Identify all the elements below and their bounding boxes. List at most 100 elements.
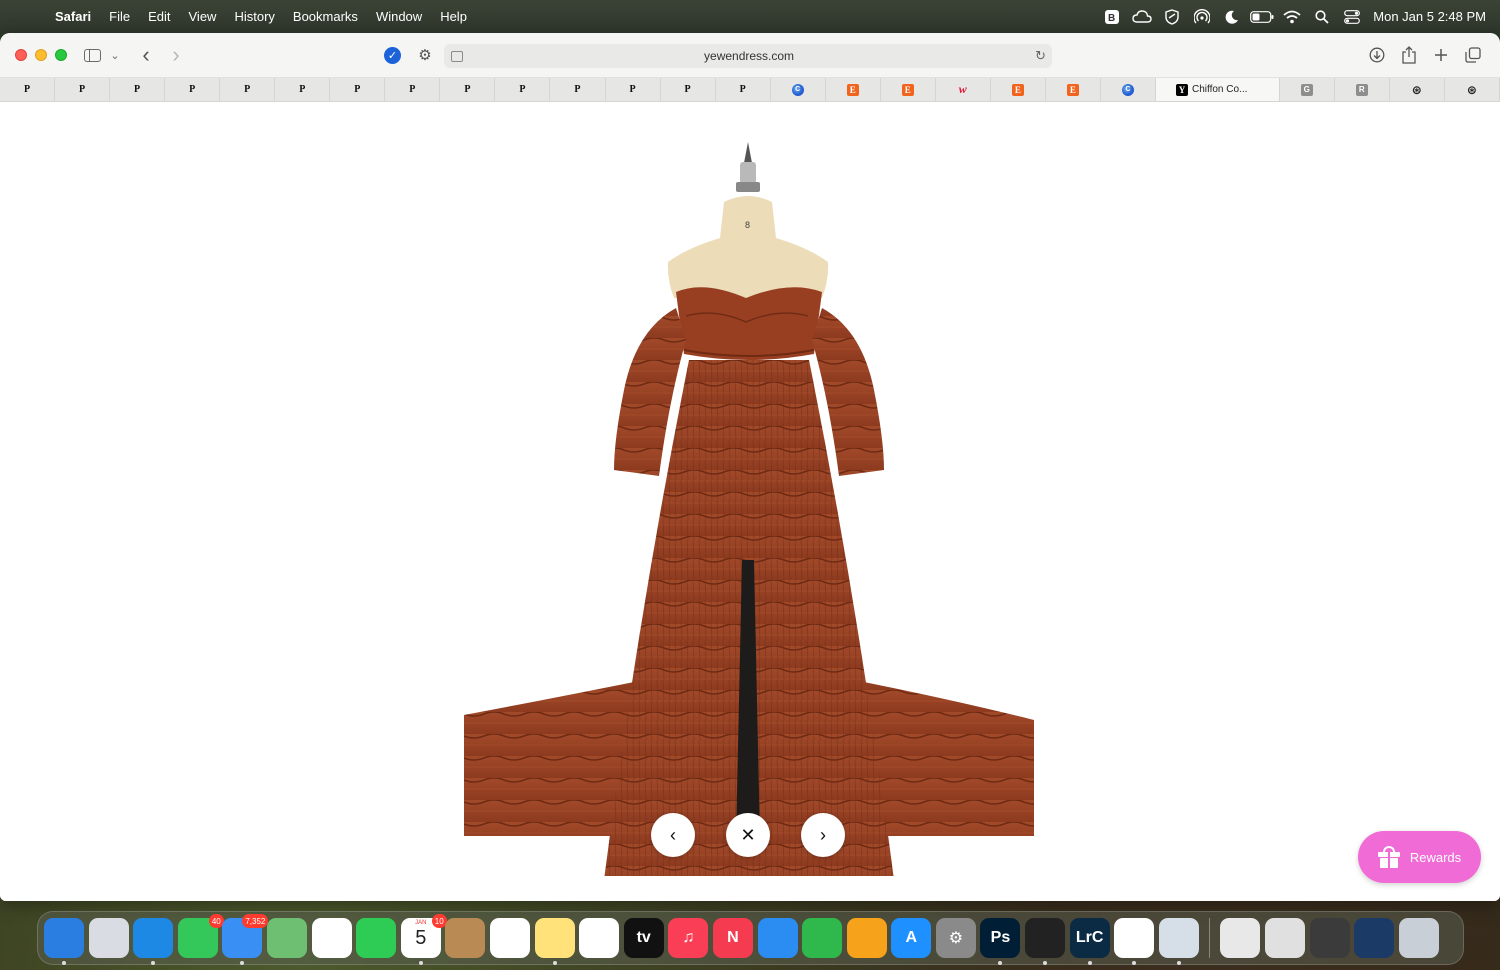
dock-lightroom-classic[interactable]: LrC: [1069, 918, 1110, 965]
menu-file[interactable]: File: [100, 9, 139, 24]
dock-maps[interactable]: [266, 918, 307, 958]
dock-reminders[interactable]: [489, 918, 530, 958]
tab[interactable]: E: [881, 78, 936, 101]
tab[interactable]: C: [1101, 78, 1156, 101]
reload-icon[interactable]: ↻: [1035, 48, 1046, 64]
dock-mail[interactable]: 7,352: [222, 914, 269, 965]
tab[interactable]: P: [661, 78, 716, 101]
dock-sidekick[interactable]: [1025, 918, 1066, 965]
dock-preview[interactable]: [1158, 918, 1199, 965]
wifi-icon[interactable]: [1277, 8, 1307, 26]
tab[interactable]: R: [1335, 78, 1390, 101]
dock-photoshop-doc-1[interactable]: [1309, 918, 1350, 958]
dock-screenshot-doc-1[interactable]: [1220, 918, 1261, 958]
dock-contacts[interactable]: [445, 918, 486, 958]
minimize-window-button[interactable]: [35, 49, 47, 61]
bbedit-icon[interactable]: B: [1097, 8, 1127, 26]
close-viewer-button[interactable]: ✕: [726, 813, 770, 857]
dock-apple-tv[interactable]: tv: [623, 918, 664, 958]
tab[interactable]: E: [991, 78, 1046, 101]
dock-trash[interactable]: [1398, 918, 1439, 958]
dock-photoshop-doc-2[interactable]: [1354, 918, 1395, 958]
address-bar-url[interactable]: yewendress.com: [463, 49, 1035, 63]
dock-system-settings[interactable]: ⚙: [935, 918, 976, 958]
address-bar[interactable]: yewendress.com ↻: [444, 44, 1052, 68]
tab-group-chevron-icon[interactable]: ⌄: [108, 43, 122, 67]
dock-app-store[interactable]: A: [891, 918, 932, 958]
dock-launchpad[interactable]: [88, 918, 129, 958]
system-settings-icon: ⚙: [935, 918, 976, 958]
next-image-button[interactable]: ›: [801, 813, 845, 857]
dock-pages[interactable]: [846, 918, 887, 958]
dock-notes[interactable]: [534, 918, 575, 965]
dock-messages[interactable]: 40: [177, 914, 224, 958]
zoom-window-button[interactable]: [55, 49, 67, 61]
tab[interactable]: G: [1280, 78, 1335, 101]
tab[interactable]: P: [220, 78, 276, 101]
tab[interactable]: P: [606, 78, 661, 101]
tab[interactable]: ⊛: [1390, 78, 1445, 101]
menu-help[interactable]: Help: [431, 9, 476, 24]
dock-photos[interactable]: [311, 918, 352, 958]
tab[interactable]: E: [1046, 78, 1101, 101]
downloads-icon[interactable]: [1368, 43, 1386, 67]
vpn-shield-icon[interactable]: [1157, 8, 1187, 26]
menu-view[interactable]: View: [180, 9, 226, 24]
back-button[interactable]: ‹: [136, 42, 156, 67]
tab[interactable]: P: [275, 78, 331, 101]
share-icon[interactable]: [1400, 43, 1418, 67]
tab[interactable]: w: [936, 78, 991, 101]
dock-news[interactable]: N: [712, 918, 753, 958]
sidebar-toggle-button[interactable]: [82, 43, 102, 67]
previous-image-button[interactable]: ‹: [651, 813, 695, 857]
dock-keynote[interactable]: [757, 918, 798, 958]
dock-finder[interactable]: [44, 918, 84, 965]
tab[interactable]: E: [826, 78, 881, 101]
dock-facetime[interactable]: [356, 918, 397, 958]
rewards-button[interactable]: Rewards: [1358, 831, 1481, 883]
new-tab-icon[interactable]: [1432, 43, 1450, 67]
battery-icon[interactable]: [1247, 8, 1277, 26]
spotlight-search-icon[interactable]: [1307, 8, 1337, 26]
tab-active[interactable]: Y Chiffon Co...: [1155, 78, 1280, 101]
tab[interactable]: P: [495, 78, 551, 101]
dock-freeform[interactable]: [579, 918, 620, 958]
menu-bar-clock[interactable]: Mon Jan 5 2:48 PM: [1373, 9, 1486, 24]
tab[interactable]: P: [0, 78, 56, 101]
cloud-sync-icon[interactable]: [1127, 8, 1157, 26]
close-window-button[interactable]: [15, 49, 27, 61]
dock-screenshot-doc-2[interactable]: [1265, 918, 1306, 958]
menu-history[interactable]: History: [225, 9, 283, 24]
dock-separator: [1209, 918, 1211, 958]
tab[interactable]: P: [716, 78, 771, 101]
menu-bookmarks[interactable]: Bookmarks: [284, 9, 367, 24]
dock-music[interactable]: ♫: [668, 918, 709, 958]
control-center-icon[interactable]: [1337, 8, 1367, 26]
menu-window[interactable]: Window: [367, 9, 431, 24]
tab[interactable]: P: [165, 78, 221, 101]
dock-photoshop[interactable]: Ps: [980, 918, 1021, 965]
tab[interactable]: P: [385, 78, 441, 101]
reader-view-icon[interactable]: [451, 50, 463, 62]
apple-tv-icon: tv: [623, 918, 664, 958]
tab[interactable]: P: [55, 78, 111, 101]
tab[interactable]: P: [110, 78, 166, 101]
tab[interactable]: P: [550, 78, 606, 101]
airdrop-icon[interactable]: [1187, 8, 1217, 26]
extension-settings-icon[interactable]: ⚙: [415, 43, 435, 67]
tab[interactable]: P: [440, 78, 496, 101]
dock-numbers[interactable]: [802, 918, 843, 958]
tab[interactable]: ⊛: [1445, 78, 1500, 101]
tab[interactable]: C: [771, 78, 826, 101]
menu-edit[interactable]: Edit: [139, 9, 179, 24]
menu-app-name[interactable]: Safari: [46, 9, 100, 24]
maps-icon: [266, 918, 307, 958]
tab-overview-icon[interactable]: [1464, 43, 1482, 67]
forward-button[interactable]: ›: [166, 42, 186, 67]
dock-safari[interactable]: [133, 918, 174, 965]
tab[interactable]: P: [330, 78, 386, 101]
focus-moon-icon[interactable]: [1217, 8, 1247, 26]
dock-calendar[interactable]: 5 10 JAN: [400, 914, 447, 965]
extension-checkmark-icon[interactable]: ✓: [384, 47, 401, 64]
dock-chrome[interactable]: [1114, 918, 1155, 965]
